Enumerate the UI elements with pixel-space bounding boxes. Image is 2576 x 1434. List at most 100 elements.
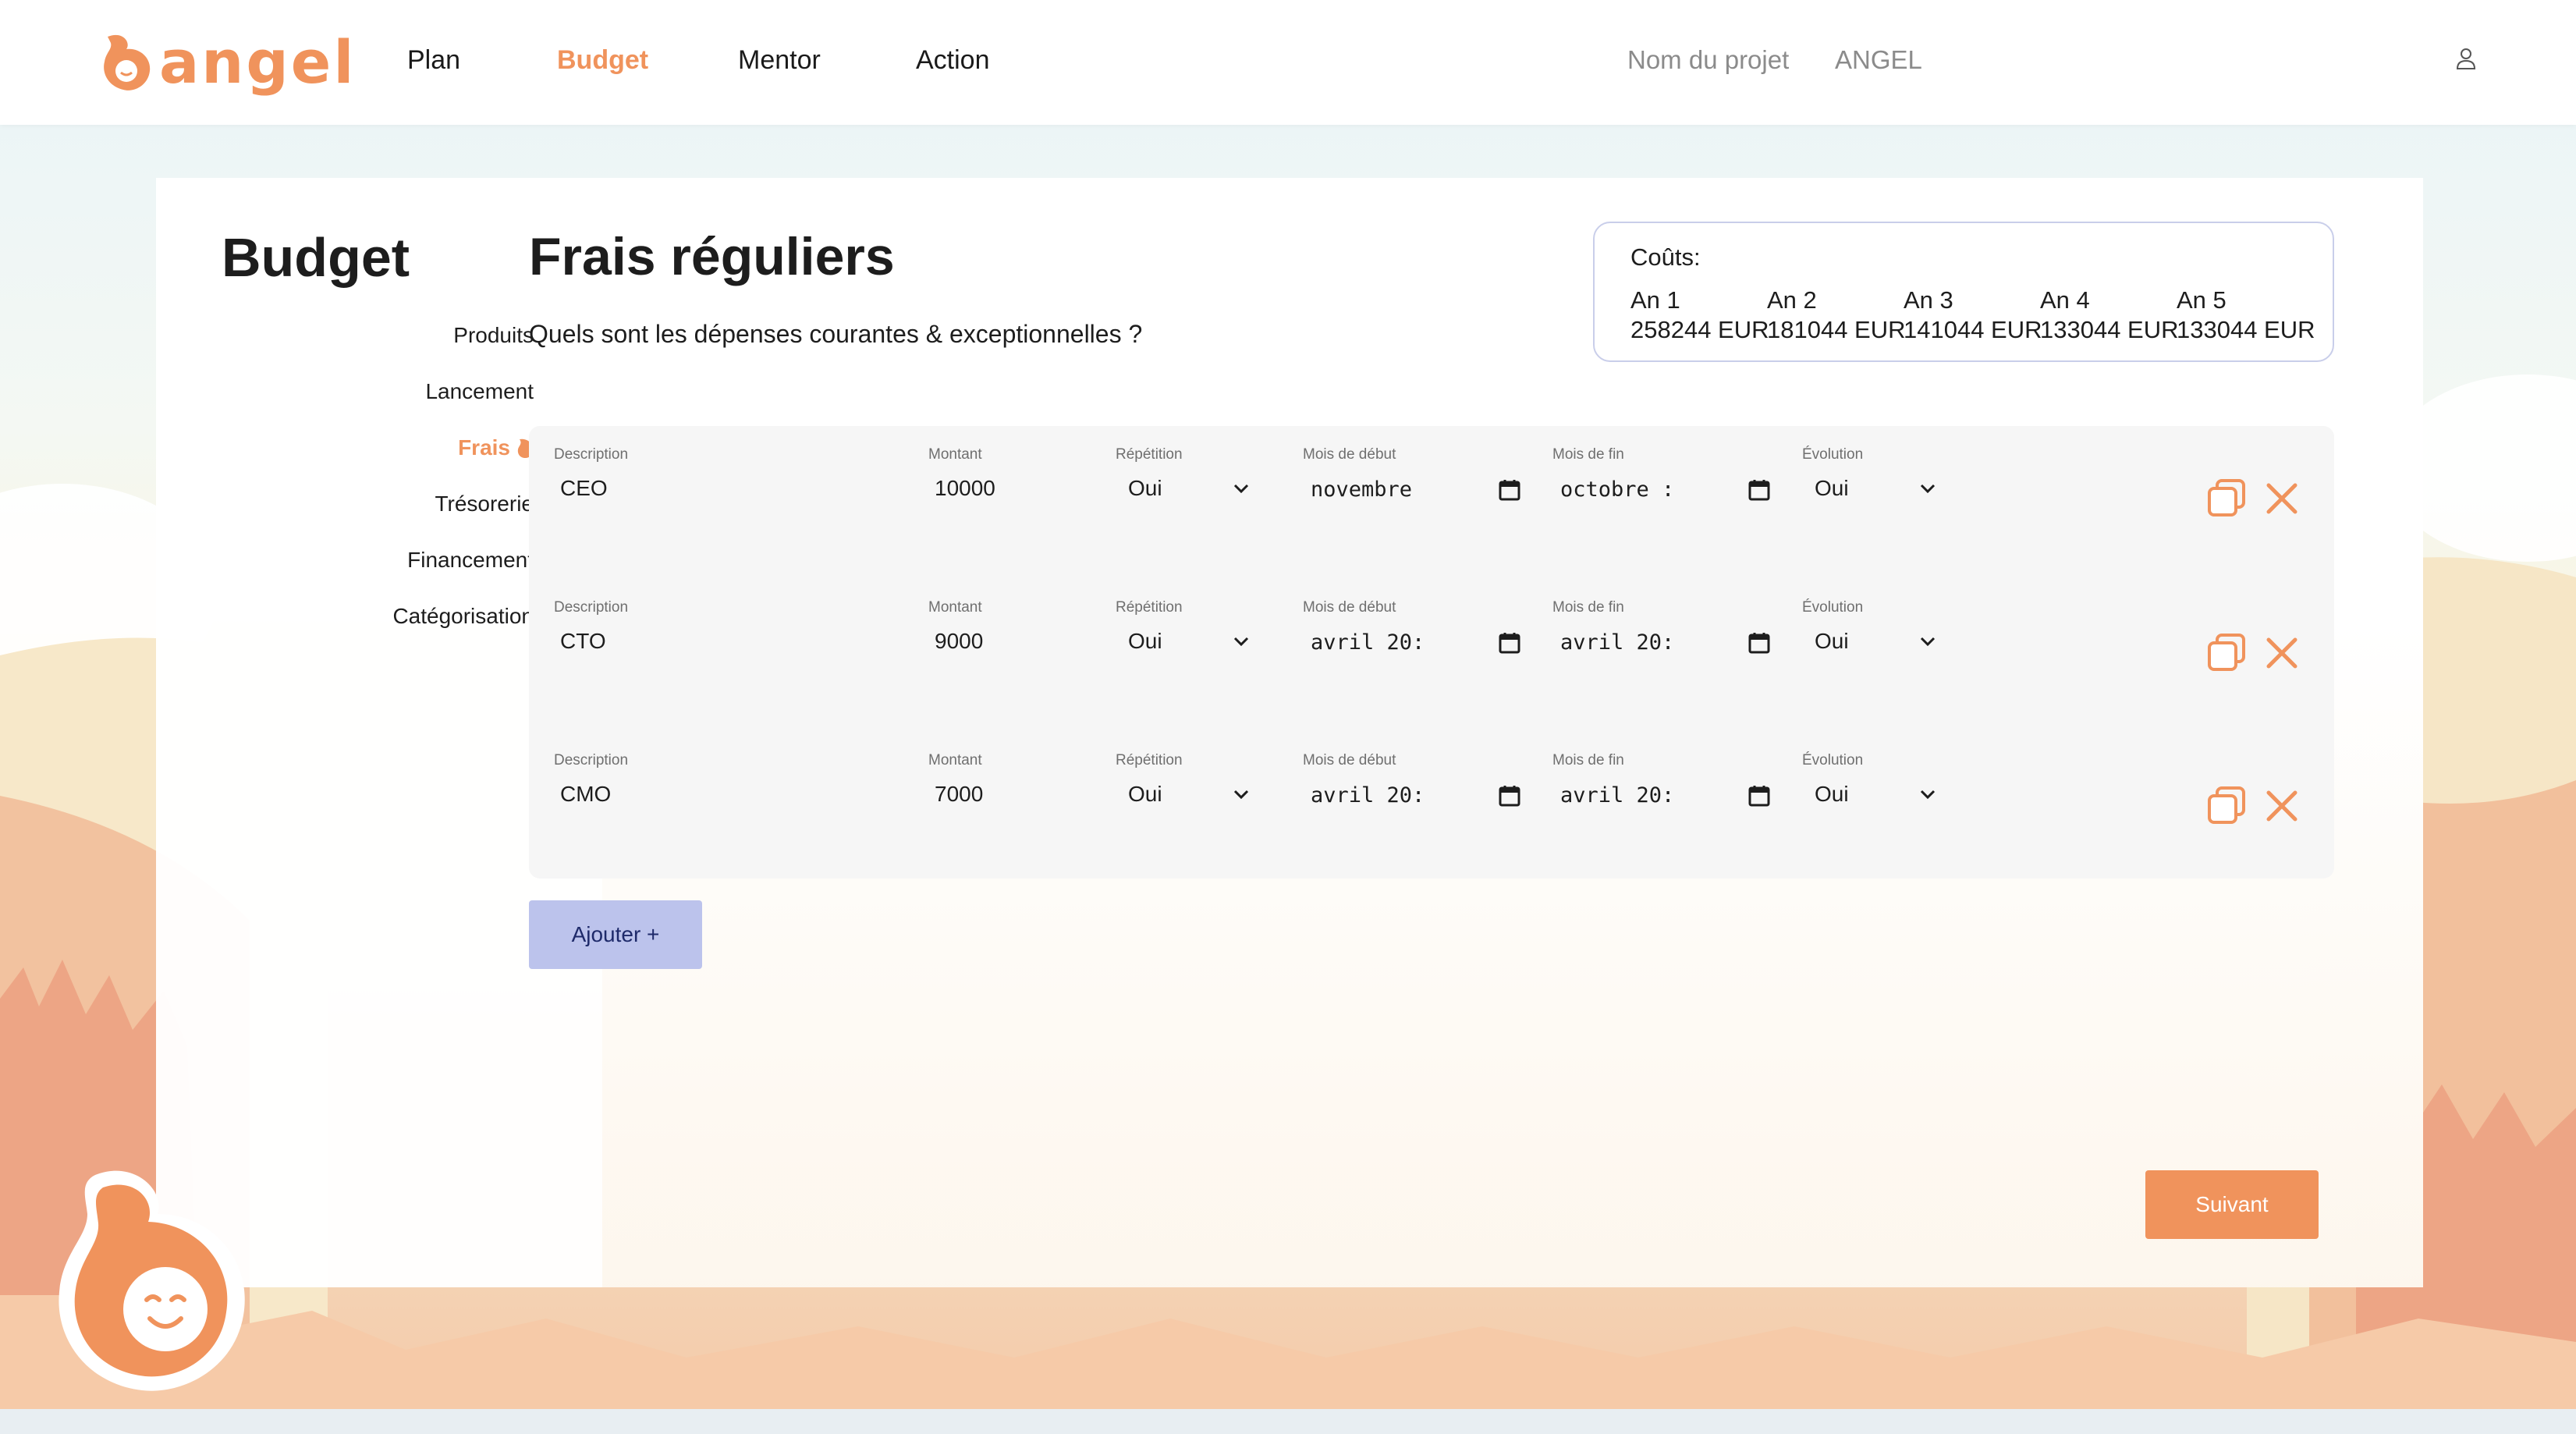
cost-year-value: 181044 EUR <box>1767 316 1906 343</box>
evolution-select[interactable]: Évolution Oui <box>1802 446 1936 501</box>
evolution-select[interactable]: Évolution Oui <box>1802 752 1936 807</box>
page-title: Frais réguliers <box>529 227 895 286</box>
sidebar-item-frais[interactable]: Frais <box>458 435 535 460</box>
description-field[interactable]: Description CMO <box>554 752 628 807</box>
end-month-value[interactable]: octobre : <box>1560 477 1708 502</box>
field-label: Montant <box>928 599 982 616</box>
top-navigation-bar: angel Plan Budget Mentor Action Nom du p… <box>0 0 2576 125</box>
delete-icon[interactable] <box>2261 477 2303 520</box>
evolution-select[interactable]: Évolution Oui <box>1802 599 1936 654</box>
calendar-icon[interactable] <box>1498 478 1521 502</box>
angel-mascot-icon[interactable] <box>48 1159 257 1395</box>
amount-value[interactable]: 9000 <box>935 629 983 654</box>
evolution-value[interactable]: Oui <box>1815 476 1849 501</box>
description-value[interactable]: CEO <box>560 476 628 501</box>
expense-row: Description CTO Montant 9000 Répétition Oui… <box>529 599 2334 752</box>
cost-year-1: An 1 258244 EUR <box>1630 286 1769 345</box>
description-value[interactable]: CMO <box>560 782 628 807</box>
user-icon[interactable] <box>2456 47 2476 70</box>
sidebar-item-categorisation[interactable]: Catégorisation <box>392 604 534 629</box>
cost-year-2: An 2 181044 EUR <box>1767 286 1906 345</box>
end-month-value[interactable]: avril 20: <box>1560 630 1708 655</box>
field-label: Montant <box>928 446 982 463</box>
calendar-icon[interactable] <box>1498 784 1521 808</box>
field-label: Mois de fin <box>1552 446 1624 463</box>
expense-row: Description CEO Montant 10000 Répétition Ou… <box>529 446 2334 599</box>
field-label: Mois de fin <box>1552 599 1624 616</box>
duplicate-icon[interactable] <box>2364 515 2406 557</box>
repetition-value[interactable]: Oui <box>1128 476 1162 501</box>
nav-mentor[interactable]: Mentor <box>738 45 821 76</box>
end-month-value[interactable]: avril 20: <box>1560 783 1708 808</box>
field-label: Évolution <box>1802 752 1864 768</box>
end-month-field[interactable]: Mois de fin avril 20: <box>1552 752 1771 808</box>
field-label: Description <box>554 446 629 463</box>
chevron-down-icon[interactable] <box>1919 789 1936 800</box>
end-month-field[interactable]: Mois de fin octobre : <box>1552 446 1771 502</box>
evolution-value[interactable]: Oui <box>1815 782 1849 807</box>
chevron-down-icon[interactable] <box>1233 789 1250 800</box>
amount-value[interactable]: 7000 <box>935 782 983 807</box>
field-label: Description <box>554 752 629 768</box>
field-label: Description <box>554 599 629 616</box>
next-button[interactable]: Suivant <box>2145 1170 2319 1239</box>
sidebar-item-lancement[interactable]: Lancement <box>425 379 534 404</box>
field-label: Répétition <box>1116 599 1183 616</box>
sidebar-title: Budget <box>222 227 410 288</box>
cost-year-label: An 3 <box>1904 286 1953 314</box>
duplicate-icon[interactable] <box>2206 477 2248 520</box>
sidebar-item-tresorerie[interactable]: Trésorerie <box>435 492 534 516</box>
chevron-down-icon[interactable] <box>1233 483 1250 494</box>
delete-icon[interactable] <box>2261 632 2303 674</box>
cost-year-value: 133044 EUR <box>2177 316 2315 343</box>
start-month-field[interactable]: Mois de début avril 20: <box>1303 599 1521 655</box>
cost-year-5: An 5 133044 EUR <box>2177 286 2315 345</box>
evolution-value[interactable]: Oui <box>1815 629 1849 654</box>
calendar-icon[interactable] <box>1747 631 1771 655</box>
sidebar-item-label: Frais <box>458 435 510 460</box>
duplicate-icon[interactable] <box>2206 632 2248 674</box>
start-month-field[interactable]: Mois de début novembre <box>1303 446 1521 502</box>
cost-year-value: 141044 EUR <box>1904 316 2042 343</box>
calendar-icon[interactable] <box>1498 631 1521 655</box>
delete-icon[interactable] <box>2261 785 2303 827</box>
cost-year-3: An 3 141044 EUR <box>1904 286 2042 345</box>
field-label: Mois de début <box>1303 599 1396 616</box>
start-month-value[interactable]: avril 20: <box>1311 783 1459 808</box>
amount-field[interactable]: Montant 7000 <box>928 752 983 807</box>
calendar-icon[interactable] <box>1747 478 1771 502</box>
amount-value[interactable]: 10000 <box>935 476 995 501</box>
amount-field[interactable]: Montant 9000 <box>928 599 983 654</box>
angel-logo[interactable]: angel <box>100 23 356 101</box>
repetition-select[interactable]: Répétition Oui <box>1116 599 1250 654</box>
amount-field[interactable]: Montant 10000 <box>928 446 995 501</box>
duplicate-icon[interactable] <box>2206 785 2248 827</box>
repetition-select[interactable]: Répétition Oui <box>1116 446 1250 501</box>
chevron-down-icon[interactable] <box>1919 636 1936 647</box>
chevron-down-icon[interactable] <box>1233 636 1250 647</box>
repetition-value[interactable]: Oui <box>1128 629 1162 654</box>
expense-row: Description CMO Montant 7000 Répétition Oui… <box>529 752 2334 905</box>
cost-year-value: 133044 EUR <box>2040 316 2179 343</box>
calendar-icon[interactable] <box>1747 784 1771 808</box>
cost-year-label: An 5 <box>2177 286 2227 314</box>
add-expense-button[interactable]: Ajouter + <box>529 900 702 969</box>
repetition-select[interactable]: Répétition Oui <box>1116 752 1250 807</box>
project-name-value[interactable]: ANGEL <box>1835 45 1922 75</box>
end-month-field[interactable]: Mois de fin avril 20: <box>1552 599 1771 655</box>
field-label: Répétition <box>1116 446 1183 463</box>
nav-action[interactable]: Action <box>916 45 990 76</box>
cost-year-label: An 1 <box>1630 286 1680 314</box>
nav-budget[interactable]: Budget <box>557 45 648 76</box>
description-field[interactable]: Description CEO <box>554 446 628 501</box>
description-field[interactable]: Description CTO <box>554 599 628 654</box>
start-month-value[interactable]: avril 20: <box>1311 630 1459 655</box>
start-month-field[interactable]: Mois de début avril 20: <box>1303 752 1521 808</box>
description-value[interactable]: CTO <box>560 629 628 654</box>
nav-plan[interactable]: Plan <box>407 45 460 76</box>
start-month-value[interactable]: novembre <box>1311 477 1459 502</box>
chevron-down-icon[interactable] <box>1919 483 1936 494</box>
repetition-value[interactable]: Oui <box>1128 782 1162 807</box>
sidebar-item-produits[interactable]: Produits <box>453 323 534 348</box>
sidebar-item-financement[interactable]: Financement <box>407 548 534 573</box>
